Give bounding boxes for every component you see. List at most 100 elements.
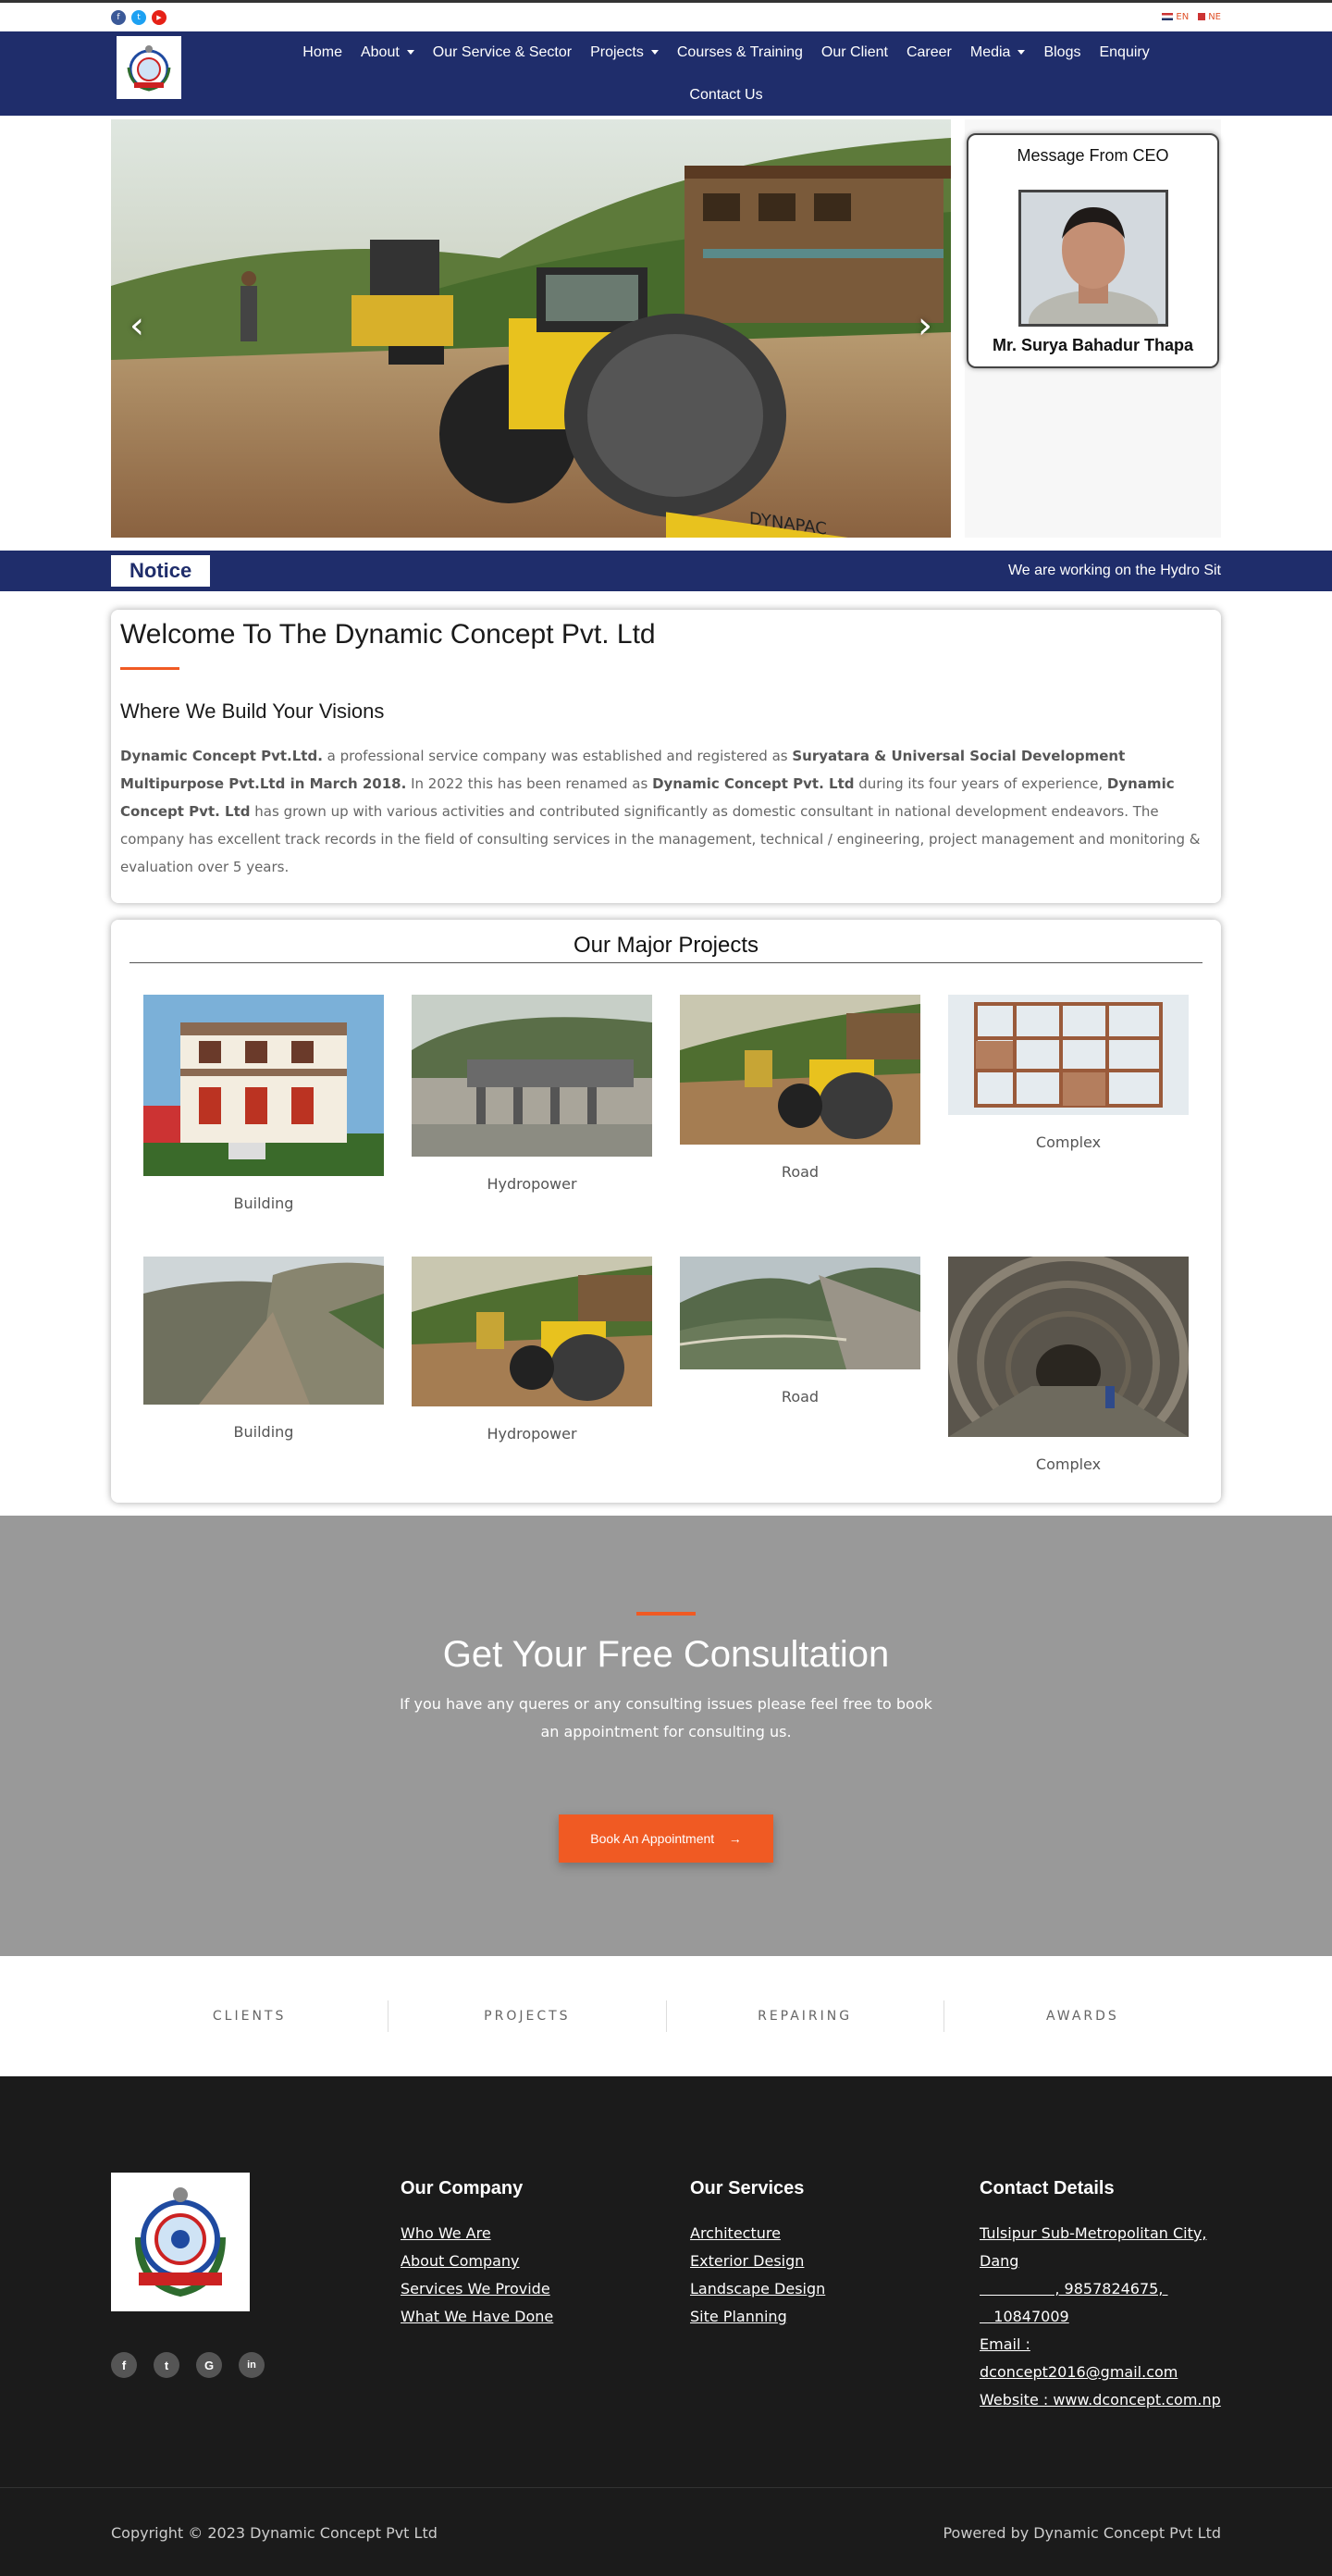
ceo-name: Mr. Surya Bahadur Thapa	[992, 336, 1194, 354]
projects-grid-row-2: Building Hydropower Road Complex	[130, 1257, 1202, 1473]
footer-link[interactable]: Services We Provide	[401, 2275, 690, 2303]
project-card[interactable]: Building	[143, 995, 384, 1212]
consultation-section: Get Your Free Consultation If you have a…	[0, 1516, 1332, 1956]
linkedin-icon[interactable]: in	[239, 2352, 265, 2378]
projects-grid-row-1: Building Hydropower Road Complex	[130, 995, 1202, 1212]
stat-clients: CLIENTS	[111, 2000, 389, 2032]
hero-slider[interactable]: DYNAPAC ‹ ›	[111, 119, 951, 538]
book-appointment-button[interactable]: Book An Appointment →	[559, 1814, 773, 1863]
project-caption: Complex	[1035, 1133, 1102, 1151]
project-caption: Building	[233, 1195, 294, 1212]
project-card[interactable]: Building	[143, 1257, 384, 1473]
welcome-description: Dynamic Concept Pvt.Ltd. a professional …	[120, 742, 1212, 881]
nav-media[interactable]: Media	[961, 31, 1035, 74]
project-caption: Complex	[1035, 1455, 1102, 1473]
nav-courses[interactable]: Courses & Training	[668, 31, 812, 74]
slider-prev-arrow[interactable]: ‹	[130, 304, 144, 347]
nav-enquiry[interactable]: Enquiry	[1090, 31, 1158, 74]
project-card[interactable]: Hydropower	[412, 995, 652, 1212]
footer-link[interactable]: About Company	[401, 2248, 690, 2275]
language-switcher: EN NE	[1162, 12, 1221, 22]
project-card[interactable]: Road	[680, 1257, 920, 1473]
building-project-image	[143, 995, 384, 1180]
contact-phone-2[interactable]: 10847009	[980, 2303, 1229, 2331]
footer-brand-column: f t G in	[111, 2173, 401, 2414]
facebook-icon[interactable]: f	[111, 2352, 137, 2378]
project-card[interactable]: Complex	[948, 995, 1189, 1212]
ceo-photo	[1018, 190, 1168, 327]
book-appointment-label: Book An Appointment	[590, 1831, 715, 1846]
footer-link[interactable]: Architecture	[690, 2220, 980, 2248]
slider-next-arrow[interactable]: ›	[918, 304, 932, 347]
contact-website[interactable]: Website : www.dconcept.com.np	[980, 2386, 1229, 2414]
site-footer: f t G in Our Company Who We Are About Co…	[0, 2076, 1332, 2487]
project-card[interactable]: Road	[680, 995, 920, 1212]
nav-home[interactable]: Home	[293, 31, 352, 74]
project-caption: Hydropower	[487, 1425, 577, 1443]
copyright-text: Copyright © 2023 Dynamic Concept Pvt Ltd	[111, 2523, 438, 2542]
road-project-image	[680, 995, 920, 1148]
nav-services-label: Our Service & Sector	[432, 44, 573, 60]
site-logo[interactable]	[117, 36, 181, 99]
chevron-down-icon	[1018, 50, 1026, 56]
nav-contact[interactable]: Contact Us	[652, 74, 799, 117]
footer-link[interactable]: Who We Are	[401, 2220, 690, 2248]
hero-section: DYNAPAC ‹ › Message From CEO Mr. Surya B…	[0, 116, 1332, 547]
nav-blogs[interactable]: Blogs	[1034, 31, 1090, 74]
welcome-subtitle: Where We Build Your Visions	[120, 700, 385, 723]
footer-link[interactable]: What We Have Done	[401, 2303, 690, 2331]
ceo-message-card[interactable]: Message From CEO Mr. Surya Bahadur Thapa	[967, 133, 1219, 368]
project-caption: Hydropower	[487, 1175, 577, 1193]
footer-company-column: Our Company Who We Are About Company Ser…	[401, 2173, 690, 2414]
desc-text-2: In 2022 this has been renamed as	[406, 775, 653, 792]
stat-projects: PROJECTS	[388, 2000, 667, 2032]
title-underline	[120, 667, 179, 670]
building-project-image	[143, 1257, 384, 1408]
twitter-icon[interactable]: t	[131, 9, 146, 25]
contact-phone[interactable]: , 9857824675,	[980, 2275, 1229, 2303]
ceo-card-title: Message From CEO	[1017, 146, 1169, 165]
twitter-icon[interactable]: t	[154, 2352, 179, 2378]
footer-logo[interactable]	[111, 2173, 250, 2311]
nav-enquiry-label: Enquiry	[1099, 44, 1150, 60]
stats-strip: CLIENTS PROJECTS REPAIRING AWARDS	[0, 1956, 1332, 2076]
notice-ticker[interactable]: We are working on the Hydro Sit	[1008, 563, 1221, 579]
notice-label: Notice	[111, 555, 211, 587]
contact-email[interactable]: Email : dconcept2016@gmail.com	[980, 2331, 1229, 2386]
road-project-image	[680, 1257, 920, 1373]
lang-ne-label: NE	[1208, 12, 1221, 22]
footer-link[interactable]: Landscape Design	[690, 2275, 980, 2303]
project-caption: Road	[781, 1163, 820, 1181]
project-card[interactable]: Hydropower	[412, 1257, 652, 1473]
copyright-bar: Copyright © 2023 Dynamic Concept Pvt Ltd…	[0, 2487, 1332, 2576]
project-card[interactable]: Complex	[948, 1257, 1189, 1473]
nav-blogs-label: Blogs	[1043, 44, 1081, 60]
main-navigation: Home About Our Service & Sector Projects…	[0, 31, 1332, 116]
lang-ne-link[interactable]: NE	[1198, 12, 1221, 22]
nav-services[interactable]: Our Service & Sector	[424, 31, 581, 74]
nav-about[interactable]: About	[352, 31, 424, 74]
desc-text-1: a professional service company was estab…	[322, 748, 793, 764]
footer-link[interactable]: Exterior Design	[690, 2248, 980, 2275]
nav-projects[interactable]: Projects	[581, 31, 668, 74]
major-projects-card: Our Major Projects Building Hydropower R…	[111, 920, 1221, 1503]
nav-client[interactable]: Our Client	[812, 31, 897, 74]
lang-en-link[interactable]: EN	[1162, 12, 1189, 22]
consult-title: Get Your Free Consultation	[442, 1634, 890, 1675]
hydropower-project-image	[412, 1257, 652, 1410]
google-icon[interactable]: G	[196, 2352, 222, 2378]
footer-link[interactable]: Site Planning	[690, 2303, 980, 2331]
company-name-bold-2: Dynamic Concept Pvt. Ltd	[652, 775, 855, 792]
ceo-column: Message From CEO Mr. Surya Bahadur Thapa	[965, 119, 1221, 538]
contact-address[interactable]: Tulsipur Sub-Metropolitan City, Dang	[980, 2220, 1229, 2275]
complex-project-image	[948, 1257, 1189, 1441]
powered-by-text: Powered by Dynamic Concept Pvt Ltd	[943, 2523, 1221, 2542]
welcome-card: Welcome To The Dynamic Concept Pvt. Ltd …	[111, 610, 1221, 903]
welcome-title: Welcome To The Dynamic Concept Pvt. Ltd	[120, 619, 656, 650]
facebook-icon[interactable]: f	[111, 9, 126, 25]
nav-career[interactable]: Career	[897, 31, 961, 74]
top-bar: f t ▶ EN NE	[0, 0, 1332, 31]
top-social-links: f t ▶	[111, 9, 166, 25]
company-emblem-icon	[127, 45, 171, 92]
youtube-icon[interactable]: ▶	[152, 9, 166, 25]
